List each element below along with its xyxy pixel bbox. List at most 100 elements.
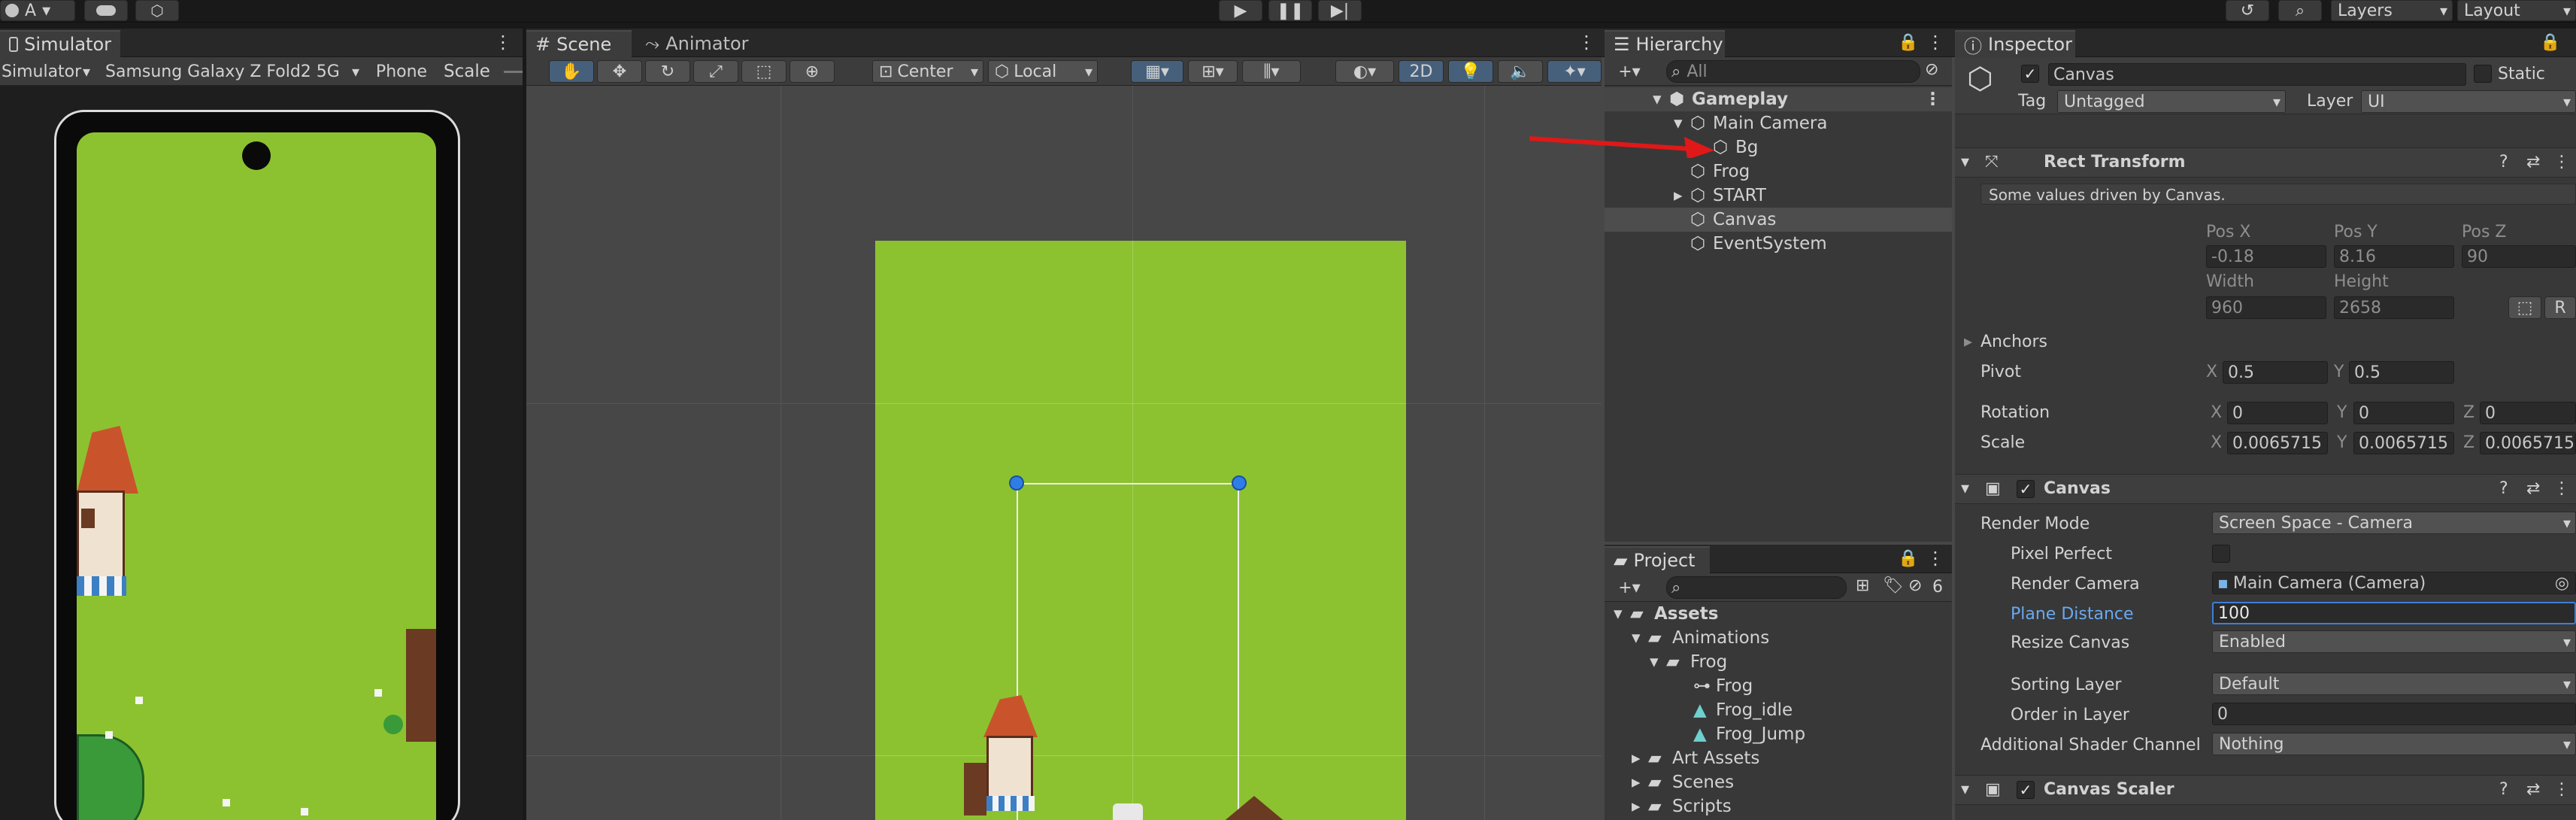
preset-icon[interactable]: ⇄ [2526,153,2540,172]
scale-y-field[interactable]: 0.0065715 [2353,432,2454,454]
rotate-tool-button[interactable]: ↻ [645,60,690,83]
more-options-icon[interactable]: ⋮ [2553,153,2570,172]
more-options-icon[interactable]: ⋮ [1924,90,1941,109]
hidden-packages-icon[interactable]: ⊘ [1908,576,1922,595]
scene-visibility-icon[interactable]: ⊘ [1925,60,1938,79]
help-icon[interactable]: ? [2499,479,2508,498]
project-search-input[interactable]: ⌕ [1666,576,1847,599]
pos-y-field[interactable]: 8.16 [2334,245,2454,268]
create-button[interactable]: +▾ [1611,576,1648,599]
more-options-icon[interactable]: ⋮ [1926,548,1944,569]
hierarchy-item-eventsystem[interactable]: ⬡ EventSystem [1605,232,1952,256]
more-options-icon[interactable]: ⋮ [494,32,512,53]
project-item-frog-controller[interactable]: ⊶ Frog [1605,674,1952,698]
move-tool-button[interactable]: ✥ [597,60,642,83]
help-icon[interactable]: ? [2499,780,2508,799]
help-icon[interactable]: ? [2499,153,2508,172]
hierarchy-item-frog[interactable]: ⬡ Frog [1605,159,1952,184]
resize-canvas-dropdown[interactable]: Enabled [2212,630,2576,653]
pause-button[interactable]: ❚❚ [1268,0,1312,21]
pixel-perfect-checkbox[interactable] [2212,545,2230,563]
more-options-icon[interactable]: ⋮ [1926,32,1944,53]
scene-viewport[interactable] [526,86,1602,820]
mode-2d-button[interactable]: 2D [1399,60,1444,83]
scale-x-field[interactable]: 0.0065715 [2227,432,2328,454]
blueprint-mode-button[interactable]: ⬚ [2508,296,2541,319]
scale-tool-button[interactable]: ⤢ [693,60,738,83]
simulator-mode-dropdown[interactable]: Simulator [0,60,95,83]
layout-dropdown[interactable]: Layout [2457,0,2576,21]
sorting-layer-dropdown[interactable]: Default [2212,673,2576,695]
rect-handle[interactable] [1232,475,1247,490]
project-item-assets[interactable]: ▾ ▰ Assets [1605,602,1952,626]
transform-tool-button[interactable]: ⊕ [789,60,835,83]
shader-channel-dropdown[interactable]: Nothing [2212,733,2576,755]
tag-dropdown[interactable]: Untagged [2057,90,2286,113]
cloud-button[interactable] [84,0,128,21]
search-button[interactable]: ⌕ [2278,0,2322,21]
history-button[interactable]: ↺ [2226,0,2269,21]
pos-z-field[interactable]: 90 [2462,245,2576,268]
shading-mode-button[interactable]: ◐▾ [1335,60,1394,83]
canvas-component-header[interactable]: ▾ ▣ ✓ Canvas ? ⇄ ⋮ [1955,474,2576,504]
device-dropdown[interactable]: Samsung Galaxy Z Fold2 5G [99,60,364,83]
project-item-art-assets[interactable]: ▸ ▰ Art Assets [1605,746,1952,770]
object-picker-icon[interactable]: ◎ [2555,574,2569,593]
scale-slider[interactable] [504,71,523,73]
project-item-animations[interactable]: ▾ ▰ Animations [1605,626,1952,650]
width-field[interactable]: 960 [2206,296,2326,319]
effects-button[interactable]: ✦▾ [1547,60,1602,83]
tab-scene[interactable]: # Scene [526,30,632,57]
project-item-frog-folder[interactable]: ▾ ▰ Frog [1605,650,1952,674]
tab-project[interactable]: ▰ Project [1605,546,1710,573]
hierarchy-search-input[interactable]: ⌕ All [1666,60,1920,83]
pivot-y-field[interactable]: 0.5 [2349,361,2454,384]
project-item-scenes[interactable]: ▸ ▰ Scenes [1605,770,1952,794]
account-dropdown[interactable]: A ▾ [0,0,75,21]
pivot-x-field[interactable]: 0.5 [2223,361,2328,384]
create-button[interactable]: +▾ [1611,60,1648,83]
scale-z-field[interactable]: 0.0065715 [2480,432,2576,454]
tab-hierarchy[interactable]: ☰ Hierarchy [1605,30,1725,57]
plane-distance-field[interactable]: 100 [2212,602,2576,624]
layers-dropdown[interactable]: Layers [2331,0,2453,21]
canvas-scaler-header[interactable]: ▾ ▣ ✓ Canvas Scaler ? ⇄ ⋮ [1955,775,2576,805]
search-by-type-icon[interactable]: ⊞ [1856,576,1869,595]
hierarchy-item-canvas[interactable]: ⬡ Canvas [1605,208,1952,232]
step-button[interactable]: ▶| [1318,0,1362,21]
lock-icon[interactable]: 🔒 [2540,33,2560,52]
play-button[interactable]: ▶ [1219,0,1262,21]
rotation-x-field[interactable]: 0 [2227,402,2328,424]
preset-icon[interactable]: ⇄ [2526,780,2540,799]
audio-button[interactable]: 🔈 [1498,60,1543,83]
project-item-frog-idle[interactable]: ▲ Frog_idle [1605,698,1952,722]
hierarchy-item-start[interactable]: ▸ ⬡ START [1605,184,1952,208]
render-camera-field[interactable]: ▪ Main Camera (Camera) ◎ [2212,572,2576,594]
object-name-field[interactable]: Canvas [2048,63,2466,86]
lighting-button[interactable]: 💡 [1448,60,1493,83]
more-options-icon[interactable]: ⋮ [2553,479,2570,498]
render-mode-dropdown[interactable]: Screen Space - Camera [2212,512,2576,534]
canvas-enabled-checkbox[interactable]: ✓ [2017,480,2035,498]
height-field[interactable]: 2658 [2334,296,2454,319]
more-options-icon[interactable]: ⋮ [2553,780,2570,799]
grid-button[interactable]: ⊞▾ [1188,60,1238,83]
lock-icon[interactable]: 🔒 [1898,33,1918,52]
phone-button[interactable]: Phone [368,60,435,83]
canvas-scaler-enabled-checkbox[interactable]: ✓ [2017,781,2035,799]
rect-transform-header[interactable]: ▾ ⤧ Rect Transform ? ⇄ ⋮ [1955,147,2576,178]
more-options-icon[interactable]: ⋮ [1577,32,1596,53]
tab-inspector[interactable]: ⓘ Inspector [1955,30,2075,57]
device-screen[interactable] [77,132,436,820]
lock-icon[interactable]: 🔒 [1898,549,1918,568]
camera-gizmo-icon[interactable] [1113,803,1143,820]
pivot-rotation-dropdown[interactable]: ⬡ Local [988,60,1098,83]
increment-snap-button[interactable]: ⫼▾ [1242,60,1301,83]
layer-dropdown[interactable]: UI [2361,90,2576,113]
rotation-y-field[interactable]: 0 [2353,402,2454,424]
search-by-label-icon[interactable]: 🏷 [1883,576,1904,595]
pos-x-field[interactable]: -0.18 [2206,245,2326,268]
rect-handle[interactable] [1009,475,1024,490]
static-checkbox[interactable] [2474,65,2492,83]
order-in-layer-field[interactable]: 0 [2212,703,2576,725]
